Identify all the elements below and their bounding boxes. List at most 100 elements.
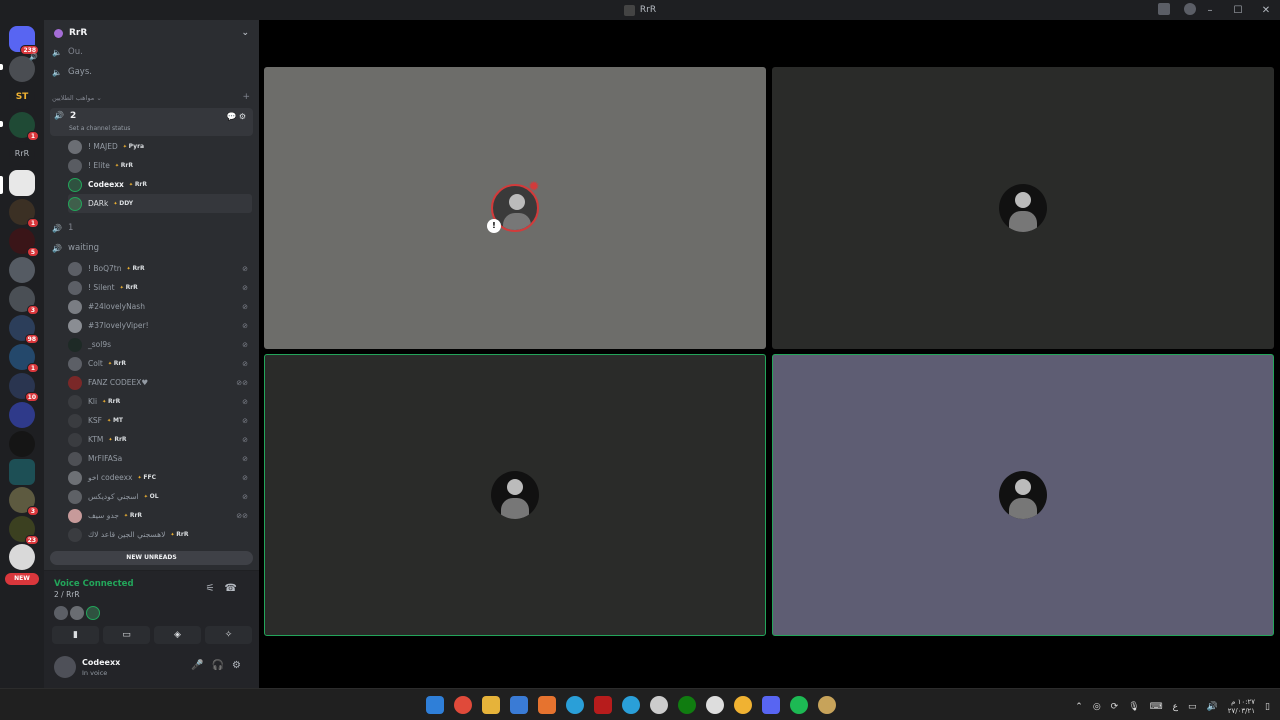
voice-user[interactable]: DARk DDY <box>68 194 252 213</box>
app-icon[interactable] <box>706 696 724 714</box>
voice-user[interactable]: ! Elite RrR <box>68 156 252 175</box>
voice-controls[interactable]: ⚟☎ <box>206 583 247 594</box>
server-icon[interactable] <box>9 459 35 485</box>
server-icon[interactable]: 1 <box>9 112 39 141</box>
camera-off-button[interactable]: ▮ <box>52 626 99 644</box>
server-icon-rrr[interactable]: RrR <box>9 141 35 167</box>
avatar <box>70 606 84 620</box>
voice-channel-ou[interactable]: 🔈 Ou. <box>52 43 252 61</box>
category-header[interactable]: مواهب الطلايين ⌄ + <box>52 92 252 102</box>
sync-icon[interactable]: ⟳ <box>1111 702 1119 712</box>
chevron-up-icon[interactable]: ⌃ <box>1075 702 1083 712</box>
participant-tile[interactable]: ✹ ! <box>264 67 766 349</box>
user-controls[interactable]: 🎤🎧⚙ <box>191 660 249 671</box>
voice-user[interactable]: KSF MT ⊘ <box>68 411 252 430</box>
clock[interactable]: ١٠:٢٧ م ٢٧/٠٣/٢١ <box>1228 698 1255 716</box>
voice-user[interactable]: FANZ CODEEX♥ ⊘⊘ <box>68 373 252 392</box>
steam-icon[interactable] <box>650 696 668 714</box>
inbox-icon[interactable] <box>1158 3 1170 15</box>
activity-button[interactable]: ◈ <box>154 626 201 644</box>
tray-app-icon[interactable]: ◎ <box>1093 702 1101 712</box>
voice-user[interactable]: اسجني كوديكس OL ⊘ <box>68 487 252 506</box>
voice-location[interactable]: 2 / RrR <box>54 590 80 599</box>
volume-icon[interactable]: 🔊 <box>1207 702 1218 712</box>
new-unreads-pill[interactable]: NEW UNREADS <box>50 551 253 565</box>
voice-user[interactable]: Colt RrR ⊘ <box>68 354 252 373</box>
app-icon[interactable] <box>734 696 752 714</box>
network-icon[interactable]: ▭ <box>1188 702 1197 712</box>
add-channel-icon[interactable]: + <box>242 92 250 102</box>
close-button[interactable]: ✕ <box>1252 5 1280 16</box>
server-icon[interactable]: 🔊 <box>9 53 38 82</box>
start-icon[interactable] <box>426 696 444 714</box>
channel-status[interactable]: Set a channel status <box>69 125 130 132</box>
channel-name: 1 <box>68 223 74 233</box>
server-icon[interactable]: 98 <box>9 315 39 344</box>
voice-user[interactable]: MrFIFASa ⊘ <box>68 449 252 468</box>
chevron-down-icon[interactable]: ⌄ <box>241 28 249 38</box>
participant-tile-speaking[interactable] <box>264 354 766 636</box>
home-icon[interactable]: 238 <box>9 26 39 55</box>
voice-user[interactable]: #37lovelyViper! ⊘ <box>68 316 252 335</box>
telegram-icon[interactable] <box>566 696 584 714</box>
server-icon[interactable] <box>9 257 35 283</box>
server-icon[interactable]: 10 <box>9 373 39 402</box>
voice-status[interactable]: Voice Connected <box>54 579 134 589</box>
server-icon[interactable]: 1 <box>9 199 39 228</box>
server-badge: 98 <box>24 334 39 344</box>
voice-user[interactable]: اخو codeexx FFC ⊘ <box>68 468 252 487</box>
avatar[interactable] <box>54 656 76 678</box>
server-icon[interactable]: 5 <box>9 228 39 257</box>
xbox-icon[interactable] <box>678 696 696 714</box>
store-icon[interactable] <box>510 696 528 714</box>
app-icon[interactable] <box>594 696 612 714</box>
voice-channel-1[interactable]: 🔊 1 <box>52 219 252 237</box>
language-indicator[interactable]: ع <box>1173 702 1178 712</box>
help-icon[interactable] <box>1184 3 1196 15</box>
voice-user[interactable]: #24lovelyNash ⊘ <box>68 297 252 316</box>
maximize-button[interactable]: ☐ <box>1224 5 1252 16</box>
voice-channel-gays[interactable]: 🔈 Gays. <box>52 63 252 81</box>
discord-icon[interactable] <box>762 696 780 714</box>
notification-icon[interactable]: ▯ <box>1265 702 1270 712</box>
server-icon[interactable] <box>9 402 35 428</box>
voice-user[interactable]: لاهسجني الجين قاعد لاك RrR <box>68 525 252 544</box>
participant-tile[interactable] <box>772 67 1274 349</box>
keyboard-icon[interactable]: ⌨ <box>1150 702 1163 712</box>
server-icon[interactable]: 1 <box>9 344 39 373</box>
voice-user[interactable]: ! MAJED Pyra <box>68 137 252 156</box>
voice-user[interactable]: ! BoQ7tn RrR ⊘ <box>68 259 252 278</box>
voice-user[interactable]: Kli RrR ⊘ <box>68 392 252 411</box>
voice-user[interactable]: KTM RrR ⊘ <box>68 430 252 449</box>
app-icon[interactable] <box>818 696 836 714</box>
chrome-icon[interactable] <box>454 696 472 714</box>
mic-icon[interactable]: 🎙 <box>1128 702 1139 712</box>
spotify-icon[interactable] <box>790 696 808 714</box>
server-icon[interactable]: 23 <box>9 516 39 545</box>
screen-share-button[interactable]: ▭ <box>103 626 150 644</box>
new-pill[interactable]: NEW <box>5 573 39 585</box>
voice-user[interactable]: ! Silent RrR ⊘ <box>68 278 252 297</box>
app-icon[interactable] <box>538 696 556 714</box>
channel-sidebar: RrR ⌄ 🔈 Ou. 🔈 Gays. مواهب الطلايين ⌄ + 🔊… <box>44 20 259 688</box>
voice-user[interactable]: Codeexx RrR <box>68 175 252 194</box>
server-icon[interactable] <box>9 431 35 457</box>
voice-user[interactable]: _sol9s ⊘ <box>68 335 252 354</box>
server-icon[interactable]: ST <box>9 84 35 110</box>
user-panel-name[interactable]: Codeexx <box>82 658 120 667</box>
voice-user[interactable]: جدو سيف RrR ⊘⊘ <box>68 506 252 525</box>
server-icon[interactable] <box>9 544 35 570</box>
voice-channel-active[interactable]: 🔊 2 Set a channel status 💬⚙ <box>50 108 253 136</box>
telegram-icon[interactable] <box>622 696 640 714</box>
participant-tile-speaking[interactable] <box>772 354 1274 636</box>
server-icon[interactable]: 3 <box>9 286 39 315</box>
avatar <box>68 413 82 428</box>
file-explorer-icon[interactable] <box>482 696 500 714</box>
minimize-button[interactable]: – <box>1196 5 1224 16</box>
server-icon[interactable]: 3 <box>9 487 39 516</box>
server-icon-active[interactable] <box>9 170 35 196</box>
voice-channel-waiting[interactable]: 🔊 waiting <box>52 239 252 257</box>
channel-actions[interactable]: 💬⚙ <box>227 112 248 121</box>
soundboard-button[interactable]: ✧ <box>205 626 252 644</box>
participant-avatar <box>999 471 1047 519</box>
